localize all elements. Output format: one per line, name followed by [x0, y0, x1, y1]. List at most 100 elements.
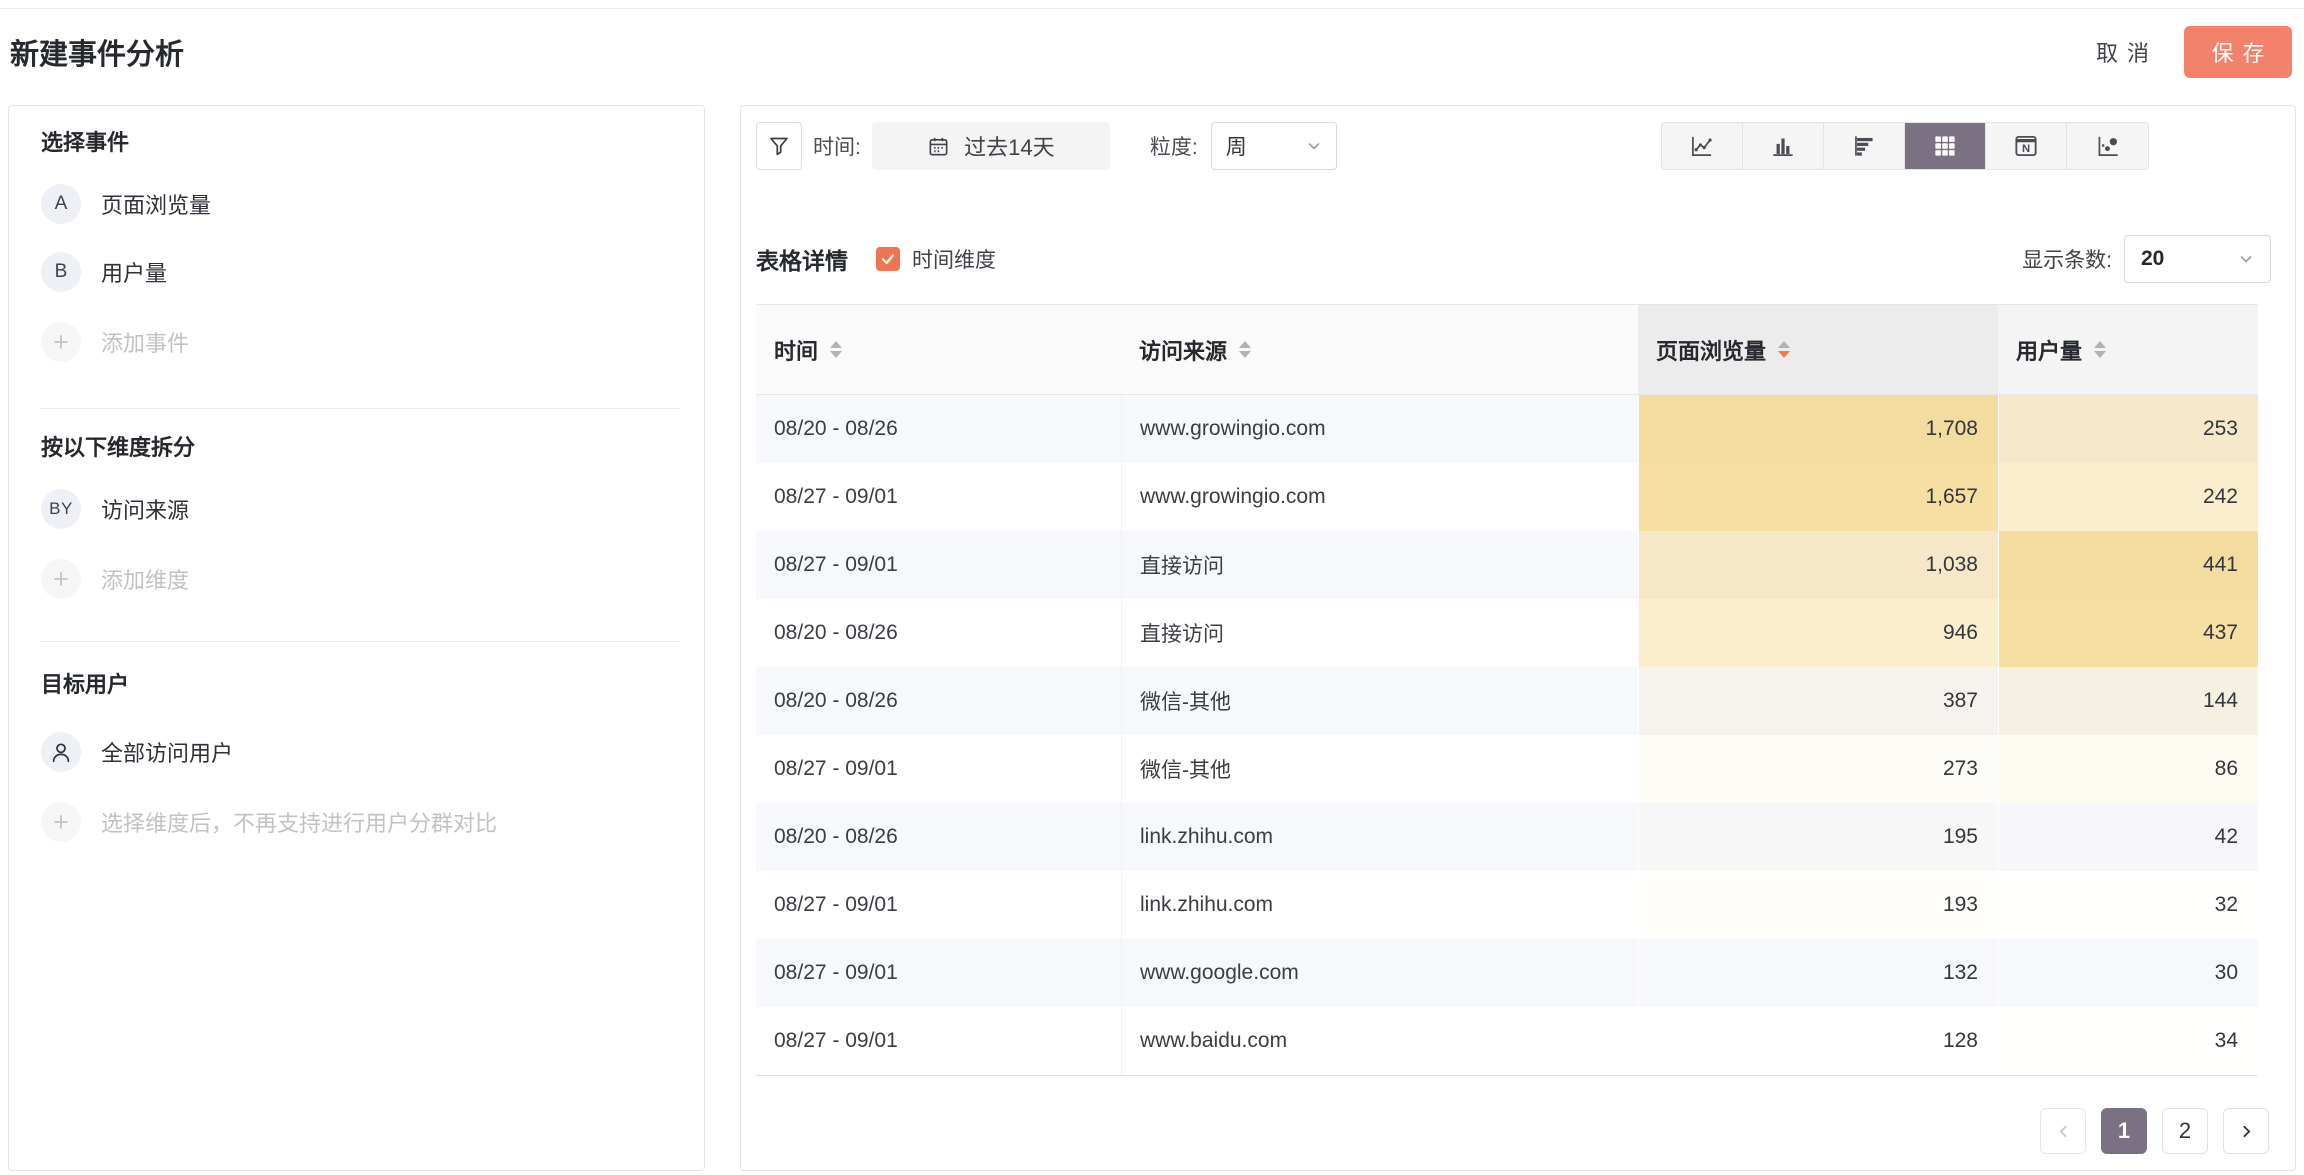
table-row: 08/20 - 08/26 微信-其他 387 144: [756, 667, 2258, 735]
cancel-button[interactable]: 取消: [2096, 36, 2158, 68]
cell-source: www.growingio.com: [1121, 463, 1638, 531]
cell-source: link.zhihu.com: [1121, 871, 1638, 939]
page-button-1[interactable]: 1: [2101, 1108, 2147, 1154]
cell-pageviews: 1,657: [1638, 463, 1998, 531]
section-select-events: 选择事件 A 页面浏览量 B 用户量 + 添加事件: [9, 106, 704, 408]
section-heading: 目标用户: [41, 670, 672, 700]
cell-users: 42: [1998, 803, 2258, 871]
calendar-icon: [927, 135, 950, 158]
table-section-title: 表格详情: [756, 242, 848, 276]
chart-type-table-button[interactable]: [1905, 123, 1986, 169]
cell-users: 34: [1998, 1007, 2258, 1075]
bar-chart-icon: [1768, 131, 1798, 161]
page-title: 新建事件分析: [10, 31, 184, 73]
chevron-right-icon: [2238, 1123, 2255, 1140]
save-button[interactable]: 保存: [2184, 26, 2292, 78]
time-dimension-label: 时间维度: [912, 244, 996, 274]
event-badge-a: A: [41, 184, 81, 224]
time-dimension-checkbox[interactable]: [876, 247, 900, 271]
funnel-icon: [767, 134, 791, 158]
person-icon: [41, 732, 81, 772]
plus-icon: +: [41, 559, 81, 599]
page-button-2[interactable]: 2: [2162, 1108, 2208, 1154]
toolbar: 时间: 过去14天 粒度: 周: [756, 122, 2271, 170]
column-header-source[interactable]: 访问来源: [1121, 305, 1638, 394]
column-header-time[interactable]: 时间: [756, 305, 1121, 394]
event-item-b[interactable]: B 用户量: [41, 250, 672, 294]
section-heading: 选择事件: [41, 128, 672, 158]
cell-source: 直接访问: [1121, 599, 1638, 667]
svg-text:N: N: [2022, 143, 2030, 155]
header-actions: 取消 保存: [2096, 26, 2294, 78]
pagination: 1 2: [741, 1108, 2269, 1154]
table-row: 08/20 - 08/26 www.growingio.com 1,708 25…: [756, 395, 2258, 463]
granularity-select[interactable]: 周: [1211, 122, 1337, 170]
add-event-button[interactable]: + 添加事件: [41, 320, 672, 364]
granularity-value: 周: [1226, 131, 1247, 161]
table-header-row: 时间 访问来源 页面浏览量 用户量: [756, 305, 2258, 395]
column-header-users[interactable]: 用户量: [1998, 305, 2258, 394]
add-user-segment-button[interactable]: + 选择维度后，不再支持进行用户分群对比: [41, 800, 672, 844]
next-page-button[interactable]: [2223, 1108, 2269, 1154]
event-badge-b: B: [41, 252, 81, 292]
date-range-button[interactable]: 过去14天: [872, 122, 1110, 170]
plus-icon: +: [41, 802, 81, 842]
table-row: 08/27 - 09/01 link.zhihu.com 193 32: [756, 871, 2258, 939]
chart-type-number-card-button[interactable]: N: [1986, 123, 2067, 169]
page-size-select[interactable]: 20: [2124, 235, 2271, 283]
cell-time: 08/27 - 09/01: [756, 1007, 1121, 1075]
prev-page-button[interactable]: [2040, 1108, 2086, 1154]
analysis-config-panel: 选择事件 A 页面浏览量 B 用户量 + 添加事件 按以下维度拆分 BY 访问来…: [8, 105, 705, 1171]
dimension-item-by[interactable]: BY 访问来源: [41, 487, 672, 531]
add-dimension-button[interactable]: + 添加维度: [41, 557, 672, 601]
cell-time: 08/20 - 08/26: [756, 667, 1121, 735]
cell-pageviews: 195: [1638, 803, 1998, 871]
event-label: 页面浏览量: [101, 188, 211, 220]
column-header-pageviews[interactable]: 页面浏览量: [1638, 305, 1998, 394]
granularity-label: 粒度:: [1150, 131, 1198, 161]
cell-source: www.growingio.com: [1121, 395, 1638, 463]
time-label: 时间:: [813, 131, 861, 161]
filter-button[interactable]: [756, 122, 802, 170]
cell-pageviews: 128: [1638, 1007, 1998, 1075]
table-row: 08/20 - 08/26 直接访问 946 437: [756, 599, 2258, 667]
scatter-plot-icon: [2093, 131, 2123, 161]
event-label: 用户量: [101, 256, 167, 288]
target-user-item[interactable]: 全部访问用户: [41, 730, 672, 774]
chart-type-line-button[interactable]: [1662, 123, 1743, 169]
section-heading: 按以下维度拆分: [41, 433, 672, 463]
section-split-dimension: 按以下维度拆分 BY 访问来源 + 添加维度: [9, 409, 704, 641]
table-row: 08/27 - 09/01 www.baidu.com 128 34: [756, 1007, 2258, 1075]
cell-pageviews: 946: [1638, 599, 1998, 667]
section-target-users: 目标用户 全部访问用户 + 选择维度后，不再支持进行用户分群对比: [9, 642, 704, 844]
table-body: 08/20 - 08/26 www.growingio.com 1,708 25…: [756, 395, 2258, 1075]
cell-pageviews: 1,708: [1638, 395, 1998, 463]
target-user-label: 全部访问用户: [101, 736, 233, 768]
chevron-down-icon: [2238, 251, 2254, 267]
app-header: 新建事件分析 取消 保存: [0, 9, 2304, 95]
cell-time: 08/27 - 09/01: [756, 939, 1121, 1007]
cell-time: 08/27 - 09/01: [756, 735, 1121, 803]
sort-icon-desc-active: [1778, 341, 1790, 358]
table-row: 08/27 - 09/01 直接访问 1,038 441: [756, 531, 2258, 599]
table-row: 08/27 - 09/01 www.google.com 132 30: [756, 939, 2258, 1007]
chart-type-bar-button[interactable]: [1743, 123, 1824, 169]
horizontal-bar-chart-icon: [1849, 131, 1879, 161]
cell-pageviews: 387: [1638, 667, 1998, 735]
cell-users: 253: [1998, 395, 2258, 463]
segment-hint-label: 选择维度后，不再支持进行用户分群对比: [101, 806, 497, 838]
cell-source: 直接访问: [1121, 531, 1638, 599]
add-event-label: 添加事件: [101, 326, 189, 358]
event-item-a[interactable]: A 页面浏览量: [41, 182, 672, 226]
page-size-label: 显示条数:: [2022, 244, 2112, 274]
chart-type-scatter-button[interactable]: [2067, 123, 2148, 169]
cell-pageviews: 273: [1638, 735, 1998, 803]
chart-type-horizontal-bar-button[interactable]: [1824, 123, 1905, 169]
cell-users: 144: [1998, 667, 2258, 735]
dimension-label: 访问来源: [101, 493, 189, 525]
cell-pageviews: 193: [1638, 871, 1998, 939]
sort-icon: [830, 341, 842, 358]
cell-source: 微信-其他: [1121, 667, 1638, 735]
table-row: 08/27 - 09/01 www.growingio.com 1,657 24…: [756, 463, 2258, 531]
cell-users: 86: [1998, 735, 2258, 803]
